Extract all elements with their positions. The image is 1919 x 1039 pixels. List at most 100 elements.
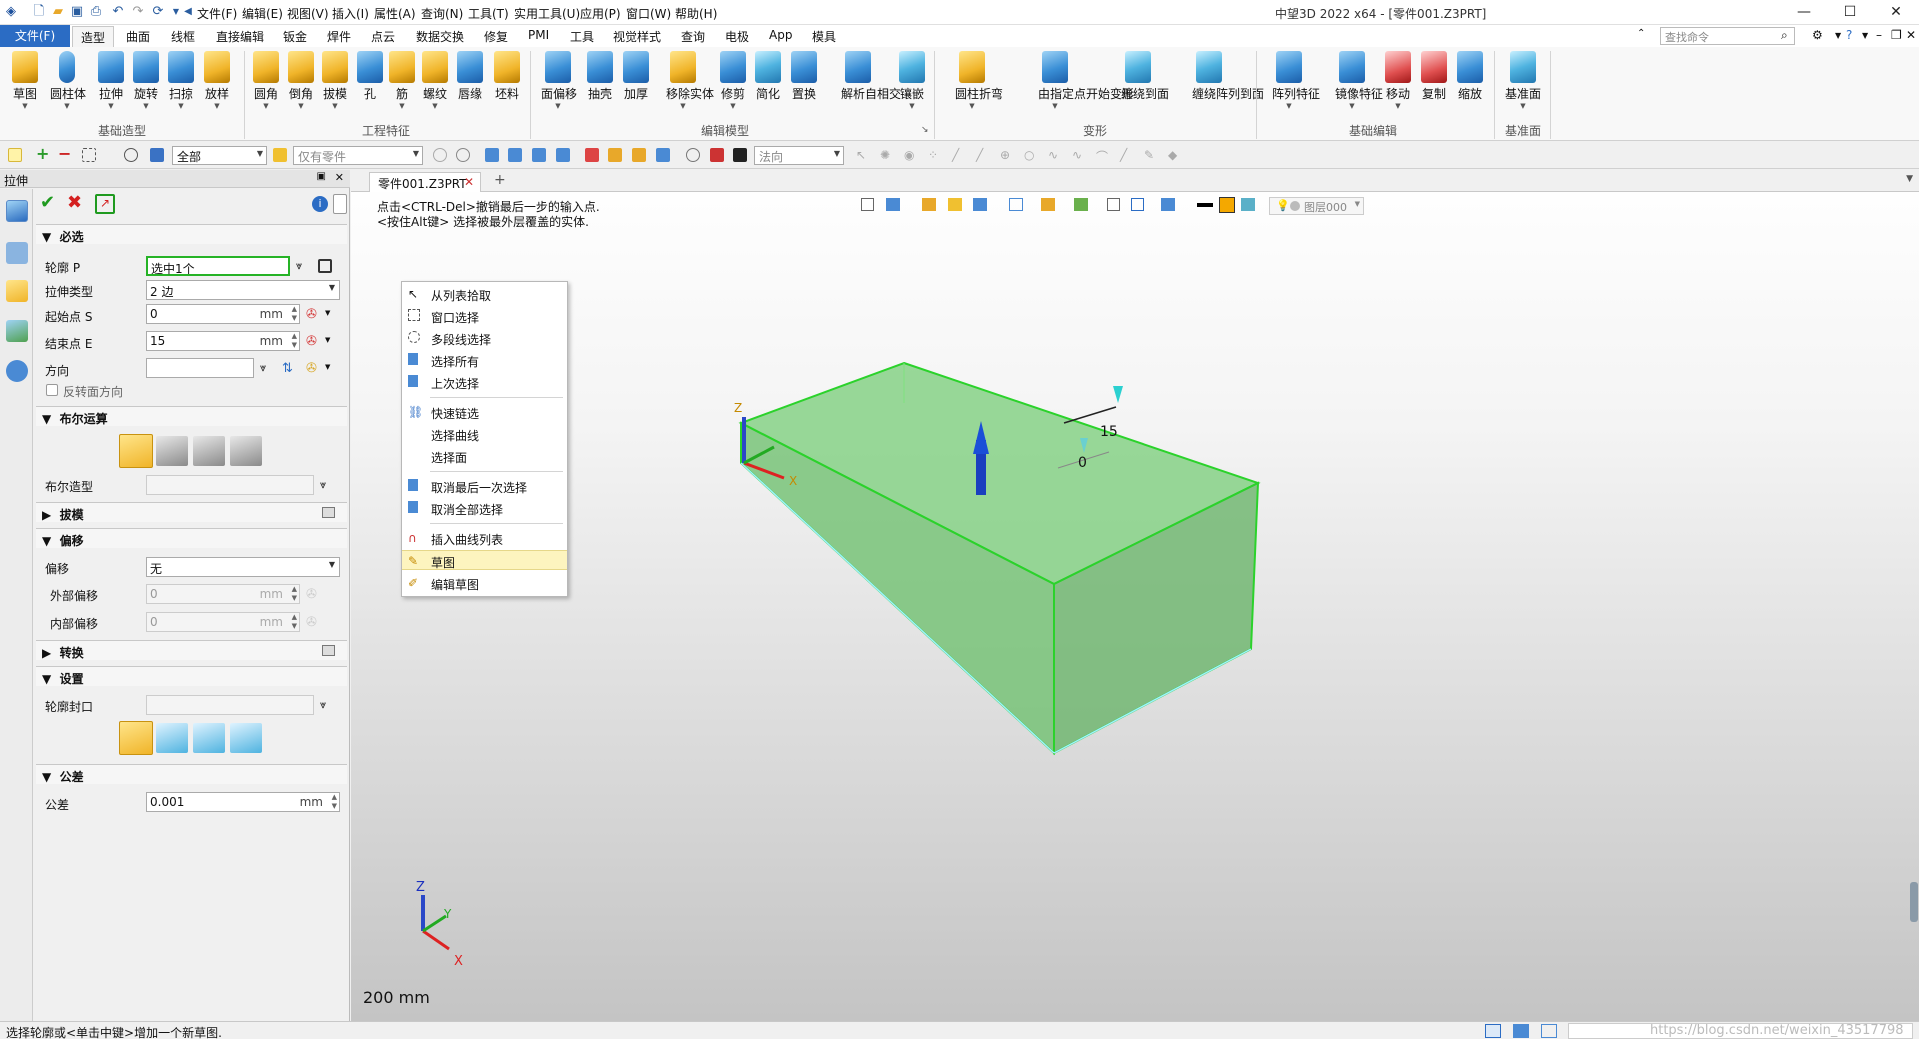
tab-query[interactable]: 查询 [681,28,705,45]
emboss-button[interactable]: 镶嵌 ▼ [895,49,929,110]
menu-deselect-all[interactable]: 取消全部选择 [402,498,567,518]
tab-tools[interactable]: 工具 [570,28,594,45]
datum-plane-button[interactable]: 基准面 ▼ [1505,49,1541,110]
minimize-button[interactable]: — [1781,0,1827,25]
section-tolerance[interactable]: ▼ 公差 [36,764,347,784]
draft-button[interactable]: 拔模 ▼ [318,49,352,110]
revolve-button[interactable]: 旋转 ▼ [129,49,163,110]
face-offset-button[interactable]: 面偏移 ▼ [541,49,577,110]
view-tool-1-icon[interactable] [485,148,499,162]
offset-select[interactable]: 无 ▼ [146,557,340,577]
search-icon[interactable]: ⌕ [1781,28,1788,43]
outer-offset-input[interactable]: 0 mm ▲ ▼ [146,584,300,604]
section-transform[interactable]: ▶ 转换 [36,640,347,660]
menu-help[interactable]: 帮助(H) [675,5,717,22]
menu-view[interactable]: 视图(V) [287,5,329,22]
status-window-icon[interactable] [1541,1024,1557,1038]
command-search-input[interactable]: 查找命令 [1660,27,1795,45]
add-icon[interactable]: + [36,146,50,162]
menu-query[interactable]: 查询(N) [421,5,463,22]
dimension-end-label[interactable]: 15 [1100,424,1118,440]
lip-button[interactable]: 唇缘 [453,49,487,102]
tab-wireframe[interactable]: 线框 [171,28,195,45]
view-tool-3-icon[interactable] [532,148,546,162]
extrude-type-select[interactable]: 2 边 ▼ [146,280,340,300]
rib-button[interactable]: 筋 ▼ [385,49,419,110]
thicken-button[interactable]: 加厚 [619,49,653,102]
menu-edit[interactable]: 编辑(E) [242,5,283,22]
scale-button[interactable]: 缩放 [1453,49,1487,102]
options-icon[interactable] [333,194,347,214]
history-tree-icon[interactable] [6,200,28,222]
snap-icon[interactable] [456,148,470,162]
menu-select-all[interactable]: 选择所有 [402,350,567,370]
tab-electrode[interactable]: 电极 [725,28,749,45]
tolerance-input[interactable]: 0.001 mm ▲ ▼ [146,792,340,812]
draft-settings-icon[interactable] [322,507,335,518]
menu-edit-sketch[interactable]: ✐ 编辑草图 [402,573,567,593]
chamfer-button[interactable]: 倒角 ▼ [284,49,318,110]
box-select-icon[interactable] [82,148,96,162]
tab-sheet-metal[interactable]: 钣金 [283,28,307,45]
filter-icon[interactable] [150,148,164,162]
simplify-button[interactable]: 简化 [751,49,785,102]
menu-file[interactable]: 文件(F) [197,5,237,22]
boolean-intersect-icon[interactable] [230,436,262,466]
picture-icon[interactable] [6,320,28,342]
status-layout-icon[interactable] [1485,1024,1501,1038]
tab-direct-edit[interactable]: 直接编辑 [216,28,264,45]
pick-tool-icon[interactable] [585,148,599,162]
select-pointer-icon[interactable] [8,148,22,162]
start-point-dropdown-icon[interactable]: ▼ [325,309,339,323]
direction-dropdown-icon[interactable]: ▼ [325,363,339,377]
cylinder-button[interactable]: 圆柱体 ▼ [50,49,86,110]
start-point-pick-icon[interactable]: ✇ [306,307,320,322]
folder-tool-icon[interactable] [608,148,622,162]
tab-app[interactable]: App [769,28,792,42]
shell-button[interactable]: 抽壳 [583,49,617,102]
profile-cap-field[interactable] [146,695,314,715]
direction-expand-icon[interactable]: ⩔ [260,361,274,375]
cancel-x-icon[interactable]: ✖ [67,194,87,214]
menu-select-curve[interactable]: 选择曲线 [402,424,567,444]
menu-insert[interactable]: 插入(I) [332,5,369,22]
reverse-face-checkbox[interactable] [46,384,58,396]
tab-visual-style[interactable]: 视觉样式 [613,28,661,45]
thread-button[interactable]: 螺纹 ▼ [418,49,452,110]
menu-apps[interactable]: 应用(P) [580,5,621,22]
dimension-handle-end[interactable] [1113,386,1123,403]
boolean-shape-field[interactable] [146,475,314,495]
file-tab[interactable]: 文件(F) [0,25,70,47]
part-filter-icon[interactable] [273,148,287,162]
section-offset[interactable]: ▼ 偏移 [36,528,347,548]
cap-end-icon[interactable] [193,723,225,753]
lasso-icon[interactable] [124,148,138,162]
tab-data-exchange[interactable]: 数据交换 [416,28,464,45]
panel-close-icon[interactable]: ✕ [335,171,344,184]
boolean-shape-expand-icon[interactable]: ⩔ [320,478,334,492]
boolean-subtract-icon[interactable] [193,436,225,466]
remove-solid-button[interactable]: 移除实体 ▼ [666,49,714,110]
direction-input[interactable] [146,358,254,378]
fillet-button[interactable]: 圆角 ▼ [249,49,283,110]
tab-weldment[interactable]: 焊件 [327,28,351,45]
menu-attribute[interactable]: 属性(A) [374,5,416,22]
replace-button[interactable]: 置换 [787,49,821,102]
trim-button[interactable]: 修剪 ▼ [716,49,750,110]
boolean-add-icon[interactable] [156,436,188,466]
3d-viewport[interactable]: 零件001.Z3PRT ✕ + ▼ 点击<CTRL-Del>撤销最后一步的输入点.… [351,170,1919,1021]
pin-icon[interactable]: ▣ [317,171,326,182]
stock-button[interactable]: 坯料 [490,49,524,102]
tab-pmi[interactable]: PMI [528,28,549,42]
resolve-self-intersect-button[interactable]: 解析自相交 [841,49,901,102]
direction-pick-icon[interactable]: ✇ [306,361,320,376]
deform-from-point-button[interactable]: 由指定点开始变形 ▼ [1038,49,1134,110]
tab-mold[interactable]: 模具 [812,28,836,45]
section-settings[interactable]: ▼ 设置 [36,666,347,686]
part-combo[interactable]: 仅有零件 ▼ [293,146,423,165]
group-expand-icon[interactable]: ↘ [921,125,929,135]
menu-tools[interactable]: 工具(T) [468,5,509,22]
view-tool-2-icon[interactable] [508,148,522,162]
move-button[interactable]: 移动 ▼ [1381,49,1415,110]
ok-check-icon[interactable]: ✔ [40,194,60,214]
